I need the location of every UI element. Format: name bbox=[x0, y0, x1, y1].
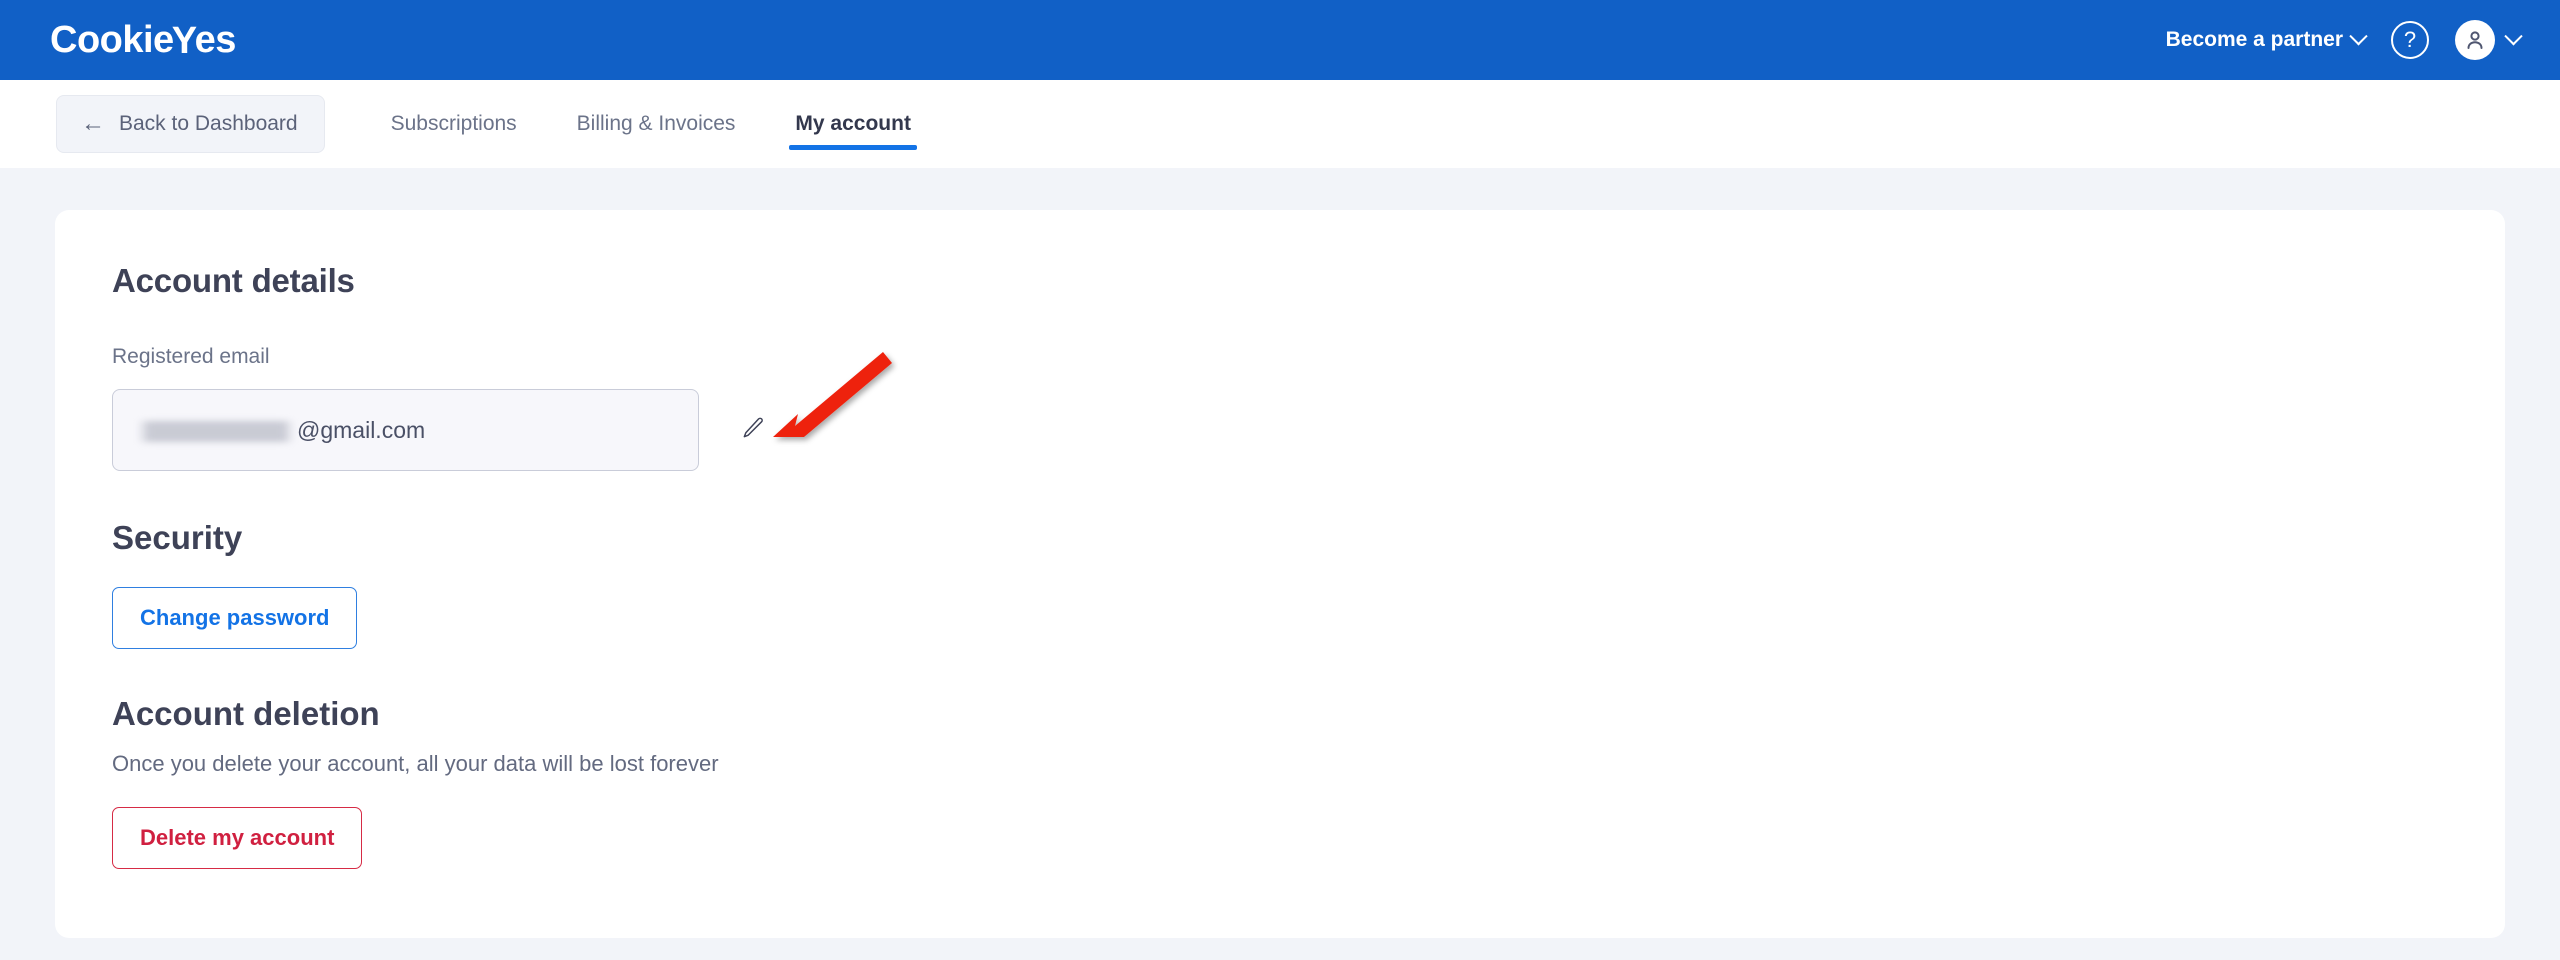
brand-check-glyph: Y bbox=[171, 20, 197, 62]
brand-prefix: Cookie bbox=[50, 19, 174, 61]
top-header-bar: Cookie Yes Become a partner ? bbox=[0, 0, 2560, 80]
nav-tabs: Subscriptions Billing & Invoices My acco… bbox=[361, 80, 941, 168]
registered-email-label: Registered email bbox=[112, 345, 270, 368]
help-question-glyph: ? bbox=[2403, 27, 2417, 52]
account-details-title: Account details bbox=[112, 262, 355, 299]
account-deletion-description: Once you delete your account, all your d… bbox=[112, 751, 719, 776]
tab-my-account-label: My account bbox=[795, 112, 911, 135]
arrow-left-icon: ← bbox=[81, 110, 105, 137]
page-body: Account details Registered email @gmail.… bbox=[0, 168, 2560, 960]
become-a-partner-label: Become a partner bbox=[2165, 28, 2343, 51]
cookieyes-logo[interactable]: Cookie Yes bbox=[50, 19, 237, 62]
account-deletion-title: Account deletion bbox=[112, 695, 380, 732]
email-domain-text: @gmail.com bbox=[297, 416, 426, 443]
chevron-down-icon bbox=[2349, 26, 2368, 45]
tab-my-account[interactable]: My account bbox=[765, 80, 941, 168]
header-actions: Become a partner ? bbox=[2165, 20, 2523, 60]
back-to-dashboard-button[interactable]: ← Back to Dashboard bbox=[56, 95, 325, 153]
registered-email-row: @gmail.com bbox=[112, 389, 2505, 471]
tab-subscriptions-label: Subscriptions bbox=[390, 112, 517, 135]
tab-subscriptions[interactable]: Subscriptions bbox=[361, 80, 547, 168]
secondary-nav-bar: ← Back to Dashboard Subscriptions Billin… bbox=[0, 80, 2560, 168]
user-avatar-icon bbox=[2455, 20, 2495, 60]
back-to-dashboard-label: Back to Dashboard bbox=[119, 112, 298, 135]
tab-billing-invoices-label: Billing & Invoices bbox=[576, 112, 736, 135]
tab-billing-invoices[interactable]: Billing & Invoices bbox=[547, 80, 766, 168]
registered-email-input[interactable]: @gmail.com bbox=[112, 389, 699, 471]
account-menu[interactable] bbox=[2455, 20, 2523, 60]
edit-email-button[interactable] bbox=[733, 410, 773, 450]
delete-my-account-button[interactable]: Delete my account bbox=[112, 807, 363, 869]
become-a-partner-menu[interactable]: Become a partner bbox=[2165, 26, 2368, 52]
my-account-card: Account details Registered email @gmail.… bbox=[55, 210, 2505, 938]
pencil-edit-icon bbox=[740, 415, 766, 446]
brand-suffix: es bbox=[194, 19, 237, 61]
chevron-down-icon bbox=[2504, 26, 2523, 45]
email-redacted-mask bbox=[137, 420, 295, 442]
change-password-button[interactable]: Change password bbox=[112, 587, 358, 649]
help-circle-icon[interactable]: ? bbox=[2391, 21, 2429, 59]
security-title: Security bbox=[112, 519, 243, 556]
